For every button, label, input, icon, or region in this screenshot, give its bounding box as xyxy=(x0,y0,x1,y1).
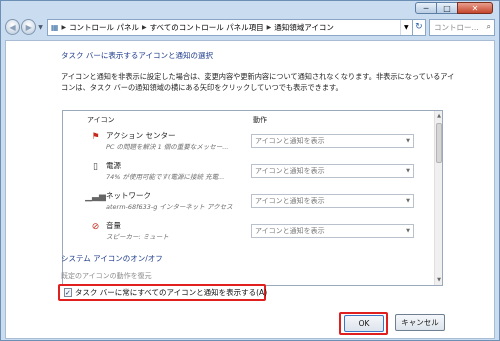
always-show-option[interactable]: ✓ タスク バーに常にすべてのアイコンと通知を表示する(A) xyxy=(58,284,267,301)
column-header-behavior: 動作 xyxy=(253,116,267,124)
list-item-status: PC の問題を解決 1 個の重要なメッセー... xyxy=(106,143,229,151)
list-item: ⚑ アクション センター PC の問題を解決 1 個の重要なメッセー... アイ… xyxy=(63,127,435,157)
list-item-name: ネットワーク xyxy=(106,191,151,200)
page-title: タスク バーに表示するアイコンと通知の選択 xyxy=(61,51,214,60)
search-icon: ⌕ xyxy=(486,22,491,31)
ok-button[interactable]: OK xyxy=(344,315,384,332)
power-icon: ▯ xyxy=(93,161,98,172)
list-item-name: 電源 xyxy=(106,161,121,170)
column-header-icon: アイコン xyxy=(87,116,115,124)
chevron-down-icon: ▼ xyxy=(406,138,410,144)
volume-mute-icon: ⊘ xyxy=(91,221,100,232)
back-arrow-icon: ◀ xyxy=(9,22,16,32)
maximize-button[interactable]: □ xyxy=(436,2,458,14)
list-item-status: スピーカー: ミュート xyxy=(106,233,169,241)
behavior-select[interactable]: アイコンと通知を表示 ▼ xyxy=(251,164,414,178)
restore-default-link[interactable]: 既定のアイコンの動作を復元 xyxy=(61,271,152,281)
list-item: ▯ 電源 74% が使用可能です(電源に接続 充電... アイコンと通知を表示 … xyxy=(63,157,435,187)
breadcrumb-all-items[interactable]: すべてのコントロール パネル項目 xyxy=(150,22,264,33)
list-header: アイコン 動作 xyxy=(63,111,435,125)
chevron-down-icon: ▼ xyxy=(406,168,410,174)
scroll-up-icon[interactable]: ▲ xyxy=(435,111,442,121)
breadcrumb-separator-icon: ▶ xyxy=(266,23,272,31)
scrollbar-thumb[interactable] xyxy=(436,123,442,163)
checkmark-icon: ✓ xyxy=(65,288,71,297)
behavior-select-value: アイコンと通知を表示 xyxy=(255,167,325,175)
list-item-status: aterm-68f633-g インターネット アクセス xyxy=(106,203,233,211)
breadcrumb-separator-icon: ▶ xyxy=(61,23,67,31)
ok-highlight: OK xyxy=(339,312,388,335)
minimize-button[interactable]: ─ xyxy=(415,2,437,14)
behavior-select[interactable]: アイコンと通知を表示 ▼ xyxy=(251,134,414,148)
address-bar[interactable]: ▦ ▶ コントロール パネル ▶ すべてのコントロール パネル項目 ▶ 通知領域… xyxy=(46,18,413,36)
content-pane: タスク バーに表示するアイコンと通知の選択 アイコンと通知を非表示に設定した場合… xyxy=(5,40,495,339)
address-dropdown-icon[interactable]: ▼ xyxy=(399,19,412,35)
breadcrumb-separator-icon: ▶ xyxy=(141,23,147,31)
list-scrollbar[interactable]: ▲ ▼ xyxy=(434,111,442,285)
breadcrumb-notification-icons[interactable]: 通知領域アイコン xyxy=(274,22,334,33)
list-item-name: アクション センター xyxy=(106,131,176,140)
search-placeholder: コントロー... xyxy=(434,22,479,32)
chevron-down-icon: ▼ xyxy=(406,228,410,234)
caption-buttons: ─ □ ✕ xyxy=(415,2,493,14)
scroll-down-icon[interactable]: ▼ xyxy=(435,275,442,285)
behavior-select-value: アイコンと通知を表示 xyxy=(255,137,325,145)
behavior-select-value: アイコンと通知を表示 xyxy=(255,227,325,235)
search-input[interactable]: コントロー... ⌕ xyxy=(429,18,495,36)
forward-button[interactable]: ▶ xyxy=(21,19,37,35)
control-panel-window: ─ □ ✕ ◀ ▶ ▼ ▦ ▶ コントロール パネル ▶ すべてのコントロール … xyxy=(0,0,500,341)
navigation-bar: ◀ ▶ ▼ ▦ ▶ コントロール パネル ▶ すべてのコントロール パネル項目 … xyxy=(5,16,495,38)
refresh-button[interactable]: ↻ xyxy=(412,18,426,36)
behavior-select[interactable]: アイコンと通知を表示 ▼ xyxy=(251,194,414,208)
breadcrumb-control-panel[interactable]: コントロール パネル xyxy=(69,22,139,33)
list-item: ⊘ 音量 スピーカー: ミュート アイコンと通知を表示 ▼ xyxy=(63,217,435,247)
system-icons-link[interactable]: システム アイコンのオン/オフ xyxy=(61,253,163,264)
back-button[interactable]: ◀ xyxy=(5,19,21,35)
list-item: ▁▃▅ ネットワーク aterm-68f633-g インターネット アクセス ア… xyxy=(63,187,435,217)
always-show-label[interactable]: タスク バーに常にすべてのアイコンと通知を表示する(A) xyxy=(75,287,267,298)
network-icon: ▁▃▅ xyxy=(85,191,106,202)
forward-arrow-icon: ▶ xyxy=(25,22,32,32)
behavior-select-value: アイコンと通知を表示 xyxy=(255,197,325,205)
refresh-icon: ↻ xyxy=(415,22,423,32)
cancel-button[interactable]: キャンセル xyxy=(395,314,445,331)
history-dropdown-icon[interactable]: ▼ xyxy=(38,24,43,31)
list-item-status: 74% が使用可能です(電源に接続 充電... xyxy=(106,173,225,181)
page-description: アイコンと通知を非表示に設定した場合は、変更内容や更新内容について通知されなくな… xyxy=(61,72,455,92)
behavior-select[interactable]: アイコンと通知を表示 ▼ xyxy=(251,224,414,238)
action-center-icon: ⚑ xyxy=(91,131,100,142)
always-show-checkbox[interactable]: ✓ xyxy=(64,288,72,297)
chevron-down-icon: ▼ xyxy=(406,198,410,204)
close-button[interactable]: ✕ xyxy=(457,2,493,14)
list-item-name: 音量 xyxy=(106,221,121,230)
control-panel-icon: ▦ xyxy=(50,22,59,32)
